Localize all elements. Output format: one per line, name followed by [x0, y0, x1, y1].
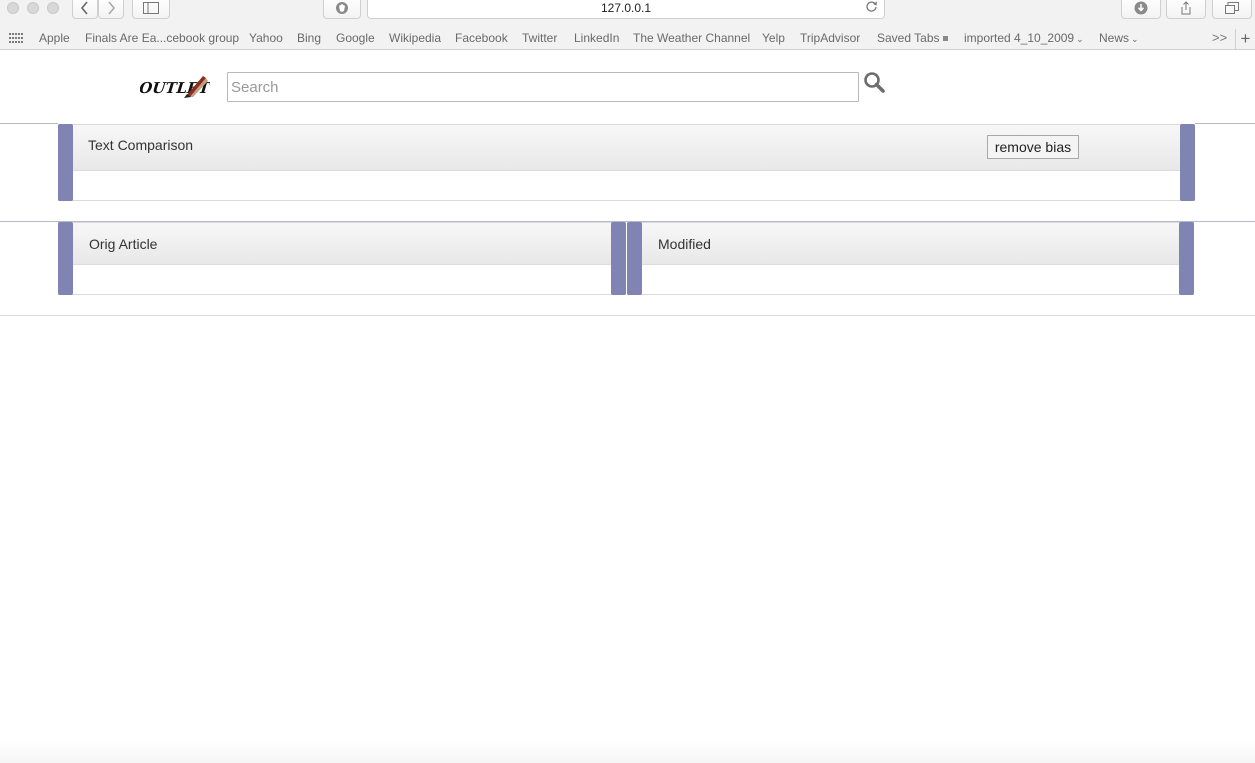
bookmark-bing[interactable]: Bing: [297, 31, 321, 45]
bookmark-twitter[interactable]: Twitter: [522, 31, 557, 45]
back-icon: [80, 0, 88, 15]
forward-button[interactable]: [98, 0, 124, 19]
back-button[interactable]: [72, 0, 98, 19]
bookmark-wikipedia[interactable]: Wikipedia: [389, 31, 441, 45]
bookmark-news[interactable]: News ⌄: [1099, 31, 1139, 45]
share-button[interactable]: [1166, 0, 1206, 19]
apps-grid-icon[interactable]: [9, 33, 24, 44]
bookmark-saved-tabs-label: Saved Tabs: [877, 31, 940, 45]
modified-panel: Modified: [627, 222, 1194, 295]
bookmark-google[interactable]: Google: [336, 31, 375, 45]
bookmark-linkedin[interactable]: LinkedIn: [574, 31, 619, 45]
privacy-button[interactable]: [323, 0, 361, 19]
reload-icon[interactable]: [865, 0, 878, 16]
shield-icon: [336, 1, 348, 14]
close-window-icon[interactable]: [7, 2, 19, 14]
panel-accent-left: [58, 222, 73, 295]
divider: [0, 315, 1255, 316]
panel-accent-right: [1179, 222, 1194, 295]
new-tab-button[interactable]: +: [1235, 29, 1255, 49]
bookmark-finals[interactable]: Finals Are Ea...cebook group: [85, 31, 239, 45]
download-icon: [1134, 1, 1148, 14]
remove-bias-button[interactable]: remove bias: [987, 135, 1079, 159]
bookmark-saved-tabs[interactable]: Saved Tabs: [877, 31, 948, 45]
panel-accent-left: [627, 222, 642, 295]
bookmark-facebook[interactable]: Facebook: [455, 31, 508, 45]
chevron-down-icon: ⌄: [1131, 34, 1139, 44]
panel-header: Modified: [642, 223, 1179, 265]
orig-article-panel: Orig Article: [58, 222, 626, 295]
address-bar[interactable]: 127.0.0.1: [367, 0, 885, 19]
page-bottom-shade: [0, 740, 1255, 763]
folder-square-icon: [942, 36, 948, 41]
panel-header: Orig Article: [73, 223, 611, 265]
zoom-window-icon[interactable]: [47, 2, 59, 14]
show-tabs-button[interactable]: [1212, 0, 1252, 19]
minimize-window-icon[interactable]: [27, 2, 39, 14]
search-input[interactable]: [227, 72, 859, 102]
address-text: 127.0.0.1: [600, 0, 652, 15]
bookmarks-overflow-button[interactable]: >>: [1212, 30, 1227, 45]
panel-title: Modified: [658, 236, 711, 252]
bookmark-news-label: News: [1099, 31, 1130, 45]
text-comparison-panel: Text Comparison remove bias: [58, 124, 1195, 201]
sidebar-icon: [143, 1, 159, 14]
outlet-logo: OUTLET: [138, 72, 212, 102]
share-icon: [1181, 0, 1191, 14]
bookmark-apple[interactable]: Apple: [39, 31, 70, 45]
panel-title: Text Comparison: [88, 137, 194, 153]
bookmark-yahoo[interactable]: Yahoo: [249, 31, 283, 45]
downloads-button[interactable]: [1121, 0, 1161, 19]
panel-accent-right: [611, 222, 626, 295]
sidebar-button[interactable]: [132, 0, 170, 19]
panel-accent-left: [58, 124, 73, 201]
panel-accent-right: [1180, 124, 1195, 201]
tabs-icon: [1225, 1, 1239, 14]
panel-title: Orig Article: [89, 236, 158, 252]
divider: [1195, 123, 1255, 124]
search-icon[interactable]: [862, 70, 888, 96]
bookmarks-bar: Apple Finals Are Ea...cebook group Yahoo…: [0, 28, 1255, 50]
bookmark-weather-channel[interactable]: The Weather Channel: [633, 31, 750, 45]
panel-header: Text Comparison remove bias: [73, 125, 1180, 171]
bookmark-yelp[interactable]: Yelp: [762, 31, 785, 45]
chevron-down-icon: ⌄: [1076, 34, 1084, 44]
browser-toolbar: 127.0.0.1: [0, 0, 1255, 28]
bookmark-imported-label: imported 4_10_2009: [964, 31, 1075, 45]
bookmark-imported[interactable]: imported 4_10_2009 ⌄: [964, 31, 1084, 45]
bookmark-tripadvisor[interactable]: TripAdvisor: [800, 31, 860, 45]
forward-icon: [108, 0, 116, 15]
divider: [0, 123, 58, 124]
